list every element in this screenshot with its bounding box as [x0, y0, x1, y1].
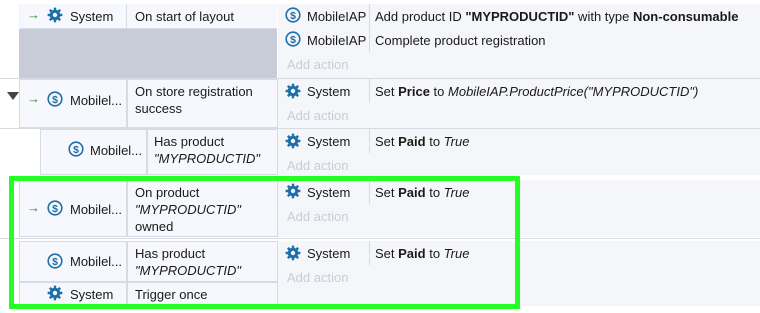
collapse-triangle-icon[interactable]: [7, 92, 19, 100]
action-text: Set Price to MobileIAP.ProductPrice("MYP…: [375, 84, 699, 99]
svg-text:$: $: [290, 10, 296, 22]
gear-icon: [47, 7, 63, 23]
action-text: Add product ID "MYPRODUCTID" with type N…: [375, 9, 739, 24]
condition-text: On start of layout: [135, 9, 234, 24]
column-divider: [369, 79, 370, 103]
dollar-circle-icon: $: [68, 141, 84, 157]
add-action-link[interactable]: Add action: [287, 107, 348, 124]
gear-icon: [285, 133, 301, 149]
highlight-box: [9, 176, 520, 309]
action-text: Set Paid to True: [375, 134, 470, 149]
dollar-circle-icon: $: [285, 7, 301, 23]
condition-text-line1: On store registration: [135, 84, 253, 99]
action-object-label: MobileIAP: [307, 9, 367, 24]
add-action-link[interactable]: Add action: [287, 157, 348, 174]
condition-empty-area: [19, 29, 277, 78]
trigger-arrow-icon: →: [27, 7, 40, 22]
action-text: Complete product registration: [375, 33, 546, 48]
add-action-link[interactable]: Add action: [287, 56, 348, 73]
dollar-circle-icon: $: [285, 31, 301, 47]
event-margin: [0, 0, 19, 78]
condition-object-label: System: [70, 9, 114, 24]
column-divider: [369, 4, 370, 52]
action-object-label: MobileIAP: [307, 33, 367, 48]
dollar-circle-icon: $: [47, 91, 63, 107]
action-object-label: System: [307, 134, 351, 149]
gear-icon: [285, 83, 301, 99]
condition-text-line1: Has product: [154, 134, 225, 149]
condition-text-line2: success: [135, 101, 182, 116]
trigger-arrow-icon: →: [27, 91, 40, 106]
column-divider: [369, 129, 370, 153]
condition-object-label: Mobilel...: [70, 93, 123, 108]
condition-text-line2: "MYPRODUCTID": [154, 151, 261, 166]
condition-object-label: Mobilel...: [90, 143, 143, 158]
svg-text:$: $: [290, 34, 296, 46]
svg-text:$: $: [73, 144, 79, 156]
svg-text:$: $: [52, 94, 58, 106]
action-object-label: System: [307, 84, 351, 99]
